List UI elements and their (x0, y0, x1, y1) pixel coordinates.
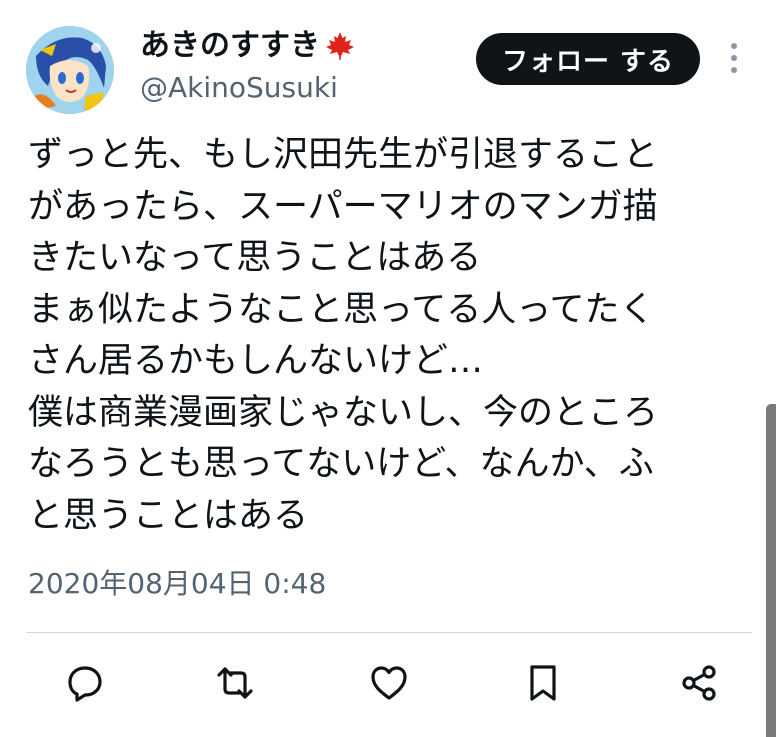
bookmark-button[interactable] (520, 660, 566, 706)
user-handle[interactable]: @AkinoSusuki (140, 70, 338, 106)
more-options-icon[interactable] (724, 38, 744, 78)
reply-button[interactable] (62, 660, 108, 706)
bookmark-icon (530, 665, 556, 701)
tweet-timestamp[interactable]: 2020年08月04日 0:48 (28, 564, 326, 604)
display-name[interactable]: あきのすすき (140, 26, 320, 66)
user-name-row[interactable]: あきのすすき (140, 26, 356, 66)
retweet-button[interactable] (212, 660, 258, 706)
like-icon (371, 666, 407, 700)
share-icon (682, 665, 716, 701)
follow-button[interactable]: フォロー する (476, 33, 700, 85)
like-button[interactable] (366, 660, 412, 706)
tweet-actions (0, 660, 778, 710)
tweet-text: ずっと先、もし沢田先生が引退すること があったら、スーパーマリオのマンガ描 きた… (28, 135, 659, 536)
divider (26, 632, 752, 633)
avatar[interactable] (26, 26, 114, 114)
avatar-image (26, 26, 114, 114)
share-button[interactable] (676, 660, 722, 706)
maple-leaf-icon (324, 30, 356, 62)
scrollbar[interactable] (766, 404, 776, 737)
reply-icon (68, 666, 102, 702)
retweet-icon (217, 667, 253, 699)
